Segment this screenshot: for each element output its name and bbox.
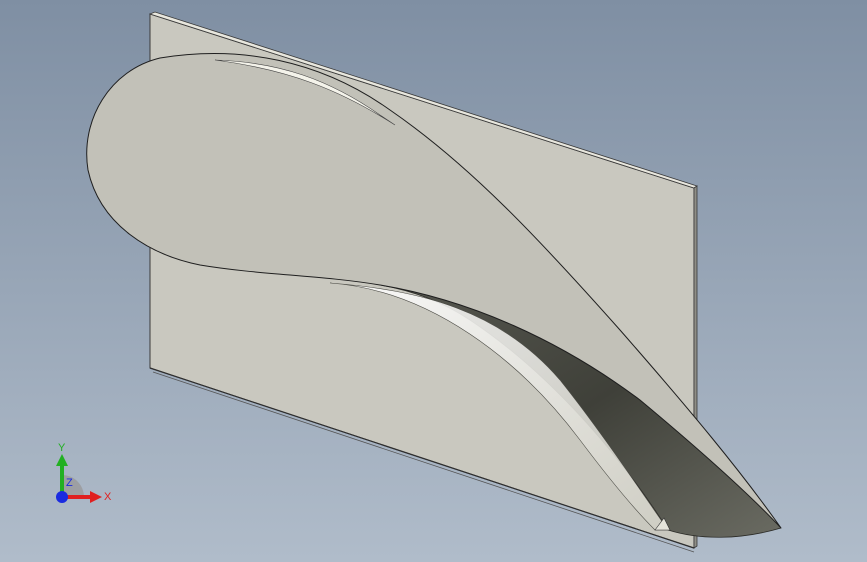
- x-axis-label: X: [104, 491, 112, 503]
- model-scene[interactable]: [0, 0, 867, 562]
- orientation-triad: Y X Z: [56, 442, 112, 503]
- y-axis-label: Y: [58, 442, 66, 454]
- 3d-viewport[interactable]: Y X Z: [0, 0, 867, 562]
- z-axis-label: Z: [66, 477, 73, 489]
- z-axis-dot-icon: [56, 491, 68, 503]
